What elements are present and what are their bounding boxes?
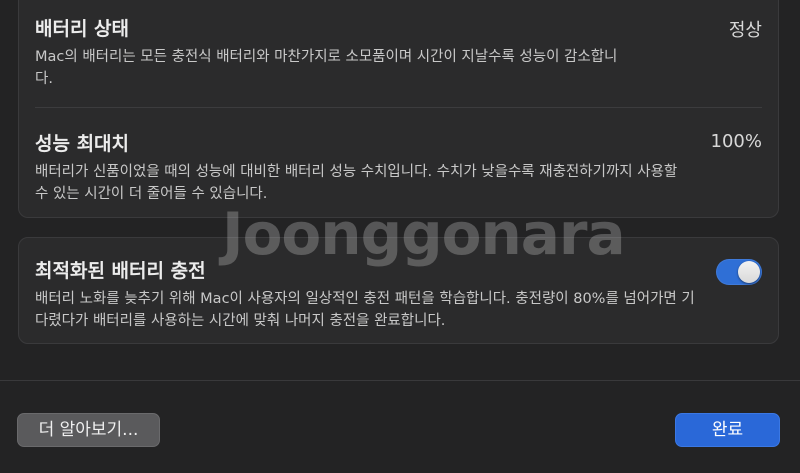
battery-status-title: 배터리 상태: [35, 18, 130, 40]
max-capacity-description: 배터리가 신품이었을 때의 성능에 대비한 배터리 성능 수치입니다. 수치가 …: [35, 164, 678, 202]
optimized-charging-toggle[interactable]: [716, 259, 762, 285]
max-capacity-value: 100%: [710, 131, 762, 152]
optimized-charging-panel: 최적화된 배터리 충전 배터리 노화를 늦추기 위해 Mac이 사용자의 일상적…: [18, 237, 779, 344]
row-separator: [35, 107, 762, 108]
toggle-knob: [738, 261, 760, 283]
battery-status-description: Mac의 배터리는 모든 충전식 배터리와 마찬가지로 소모품이며 시간이 지날…: [35, 49, 618, 87]
optimized-charging-title: 최적화된 배터리 충전: [35, 260, 206, 282]
footer-divider: [0, 380, 800, 381]
learn-more-button[interactable]: 더 알아보기...: [17, 413, 160, 447]
optimized-charging-description: 배터리 노화를 늦추기 위해 Mac이 사용자의 일상적인 충전 패턴을 학습합…: [35, 291, 695, 329]
done-button[interactable]: 완료: [675, 413, 780, 447]
max-capacity-row: 성능 최대치 100% 배터리가 신품이었을 때의 성능에 대비한 배터리 성능…: [35, 129, 762, 204]
optimized-charging-row: 최적화된 배터리 충전 배터리 노화를 늦추기 위해 Mac이 사용자의 일상적…: [35, 256, 762, 331]
battery-status-value: 정상: [728, 20, 762, 41]
battery-info-panel: 배터리 상태 정상 Mac의 배터리는 모든 충전식 배터리와 마찬가지로 소모…: [18, 0, 779, 218]
max-capacity-title: 성능 최대치: [35, 133, 130, 155]
battery-status-row: 배터리 상태 정상 Mac의 배터리는 모든 충전식 배터리와 마찬가지로 소모…: [35, 14, 762, 89]
